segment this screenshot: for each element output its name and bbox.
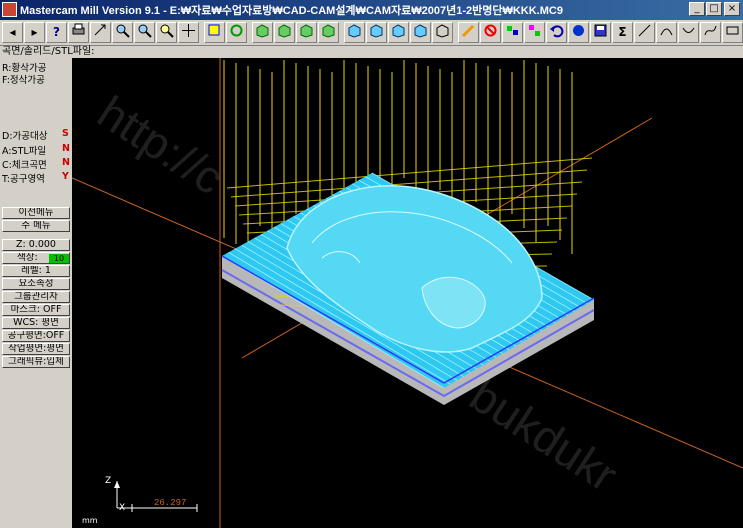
view-back-icon[interactable] (410, 22, 431, 43)
no-entry-icon[interactable] (480, 22, 501, 43)
prompt-line: 곡면/솔리드/STL파일: (0, 46, 743, 58)
title-bar: Mastercam Mill Version 9.1 - E:₩자료₩수업자료방… (0, 0, 743, 20)
measure-icon[interactable] (502, 22, 523, 43)
sphere-icon[interactable] (568, 22, 589, 43)
check-surface-flag: N (62, 157, 70, 168)
view-iso-icon[interactable] (318, 22, 339, 43)
cube-icon[interactable] (432, 22, 453, 43)
group-manager-button[interactable]: 그룹관리자 (2, 291, 70, 303)
left-menu-panel: R:황삭가공 F:정삭가공 D:가공대상 S A:STL파일 N C:체크곡면 … (0, 58, 72, 528)
menu-item-stl-file[interactable]: A:STL파일 (2, 143, 46, 157)
close-button[interactable]: × (724, 2, 740, 16)
color-label: 색상: (17, 252, 38, 263)
graphics-viewport[interactable]: Z X 26.297 mm http://c bukdukr (72, 58, 743, 528)
main-toolbar: ◂ ▸ ? Σ (0, 20, 743, 46)
help-icon[interactable]: ? (46, 22, 67, 43)
color-swatch: 10 (49, 254, 69, 263)
minimize-button[interactable]: _ (689, 2, 705, 16)
curve-icon[interactable] (678, 22, 699, 43)
save-icon[interactable] (590, 22, 611, 43)
sigma-icon[interactable]: Σ (612, 22, 633, 43)
drive-surface-flag: S (62, 128, 69, 139)
zoom-out-icon[interactable] (134, 22, 155, 43)
print-icon[interactable] (68, 22, 89, 43)
zoom-in-icon[interactable] (112, 22, 133, 43)
menu-item-finishing[interactable]: F:정삭가공 (2, 72, 45, 86)
menu-item-check-surface[interactable]: C:체크곡면 (2, 157, 47, 171)
zoom-fit-icon[interactable] (90, 22, 111, 43)
mastercam-app-icon[interactable] (2, 2, 17, 17)
tool-containment-flag: Y (62, 171, 69, 182)
attributes-button[interactable]: 요소속성 (2, 278, 70, 290)
forward-arrow-icon[interactable]: ▸ (24, 22, 45, 43)
prev-menu-button[interactable]: 이전메뉴 (2, 207, 70, 219)
transform-icon[interactable] (524, 22, 545, 43)
rotate-icon[interactable] (204, 22, 225, 43)
line-icon[interactable] (634, 22, 655, 43)
scale-value: 26.297 (154, 498, 187, 508)
mask-button[interactable]: 마스크: OFF (2, 304, 70, 316)
axis-z-label: Z (105, 476, 112, 486)
view-side-icon[interactable] (296, 22, 317, 43)
zoom-window-icon[interactable] (156, 22, 177, 43)
pan-icon[interactable] (178, 22, 199, 43)
view-right-icon[interactable] (344, 22, 365, 43)
window-title: Mastercam Mill Version 9.1 - E:₩자료₩수업자료방… (20, 5, 563, 17)
units-label: mm (82, 516, 98, 525)
view-front-icon[interactable] (274, 22, 295, 43)
menu-item-drive-surface[interactable]: D:가공대상 (2, 128, 47, 142)
rectangle-icon[interactable] (722, 22, 743, 43)
graphics-view-button[interactable]: 그래픽뷰:입체 (2, 356, 70, 368)
stl-file-flag: N (62, 143, 70, 154)
view-left-icon[interactable] (366, 22, 387, 43)
level-button[interactable]: 레벨: 1 (2, 265, 70, 277)
pencil-icon[interactable] (458, 22, 479, 43)
view-custom-icon[interactable] (226, 22, 247, 43)
view-top-icon[interactable] (252, 22, 273, 43)
arc-icon[interactable] (656, 22, 677, 43)
construction-plane-button[interactable]: 작업평면:평면 (2, 343, 70, 355)
main-menu-button[interactable]: 주 메뉴 (2, 220, 70, 232)
back-arrow-icon[interactable]: ◂ (2, 22, 23, 43)
menu-item-tool-containment[interactable]: T:공구영역 (2, 171, 45, 185)
tool-plane-button[interactable]: 공구평면:OFF (2, 330, 70, 342)
color-button[interactable]: 색상: 10 (2, 252, 70, 264)
view-bottom-icon[interactable] (388, 22, 409, 43)
undo-icon[interactable] (546, 22, 567, 43)
wcs-button[interactable]: WCS: 평면 (2, 317, 70, 329)
z-depth-button[interactable]: Z: 0.000 (2, 239, 70, 251)
axis-x-label: X (119, 503, 126, 513)
spline-icon[interactable] (700, 22, 721, 43)
maximize-button[interactable]: □ (706, 2, 722, 16)
